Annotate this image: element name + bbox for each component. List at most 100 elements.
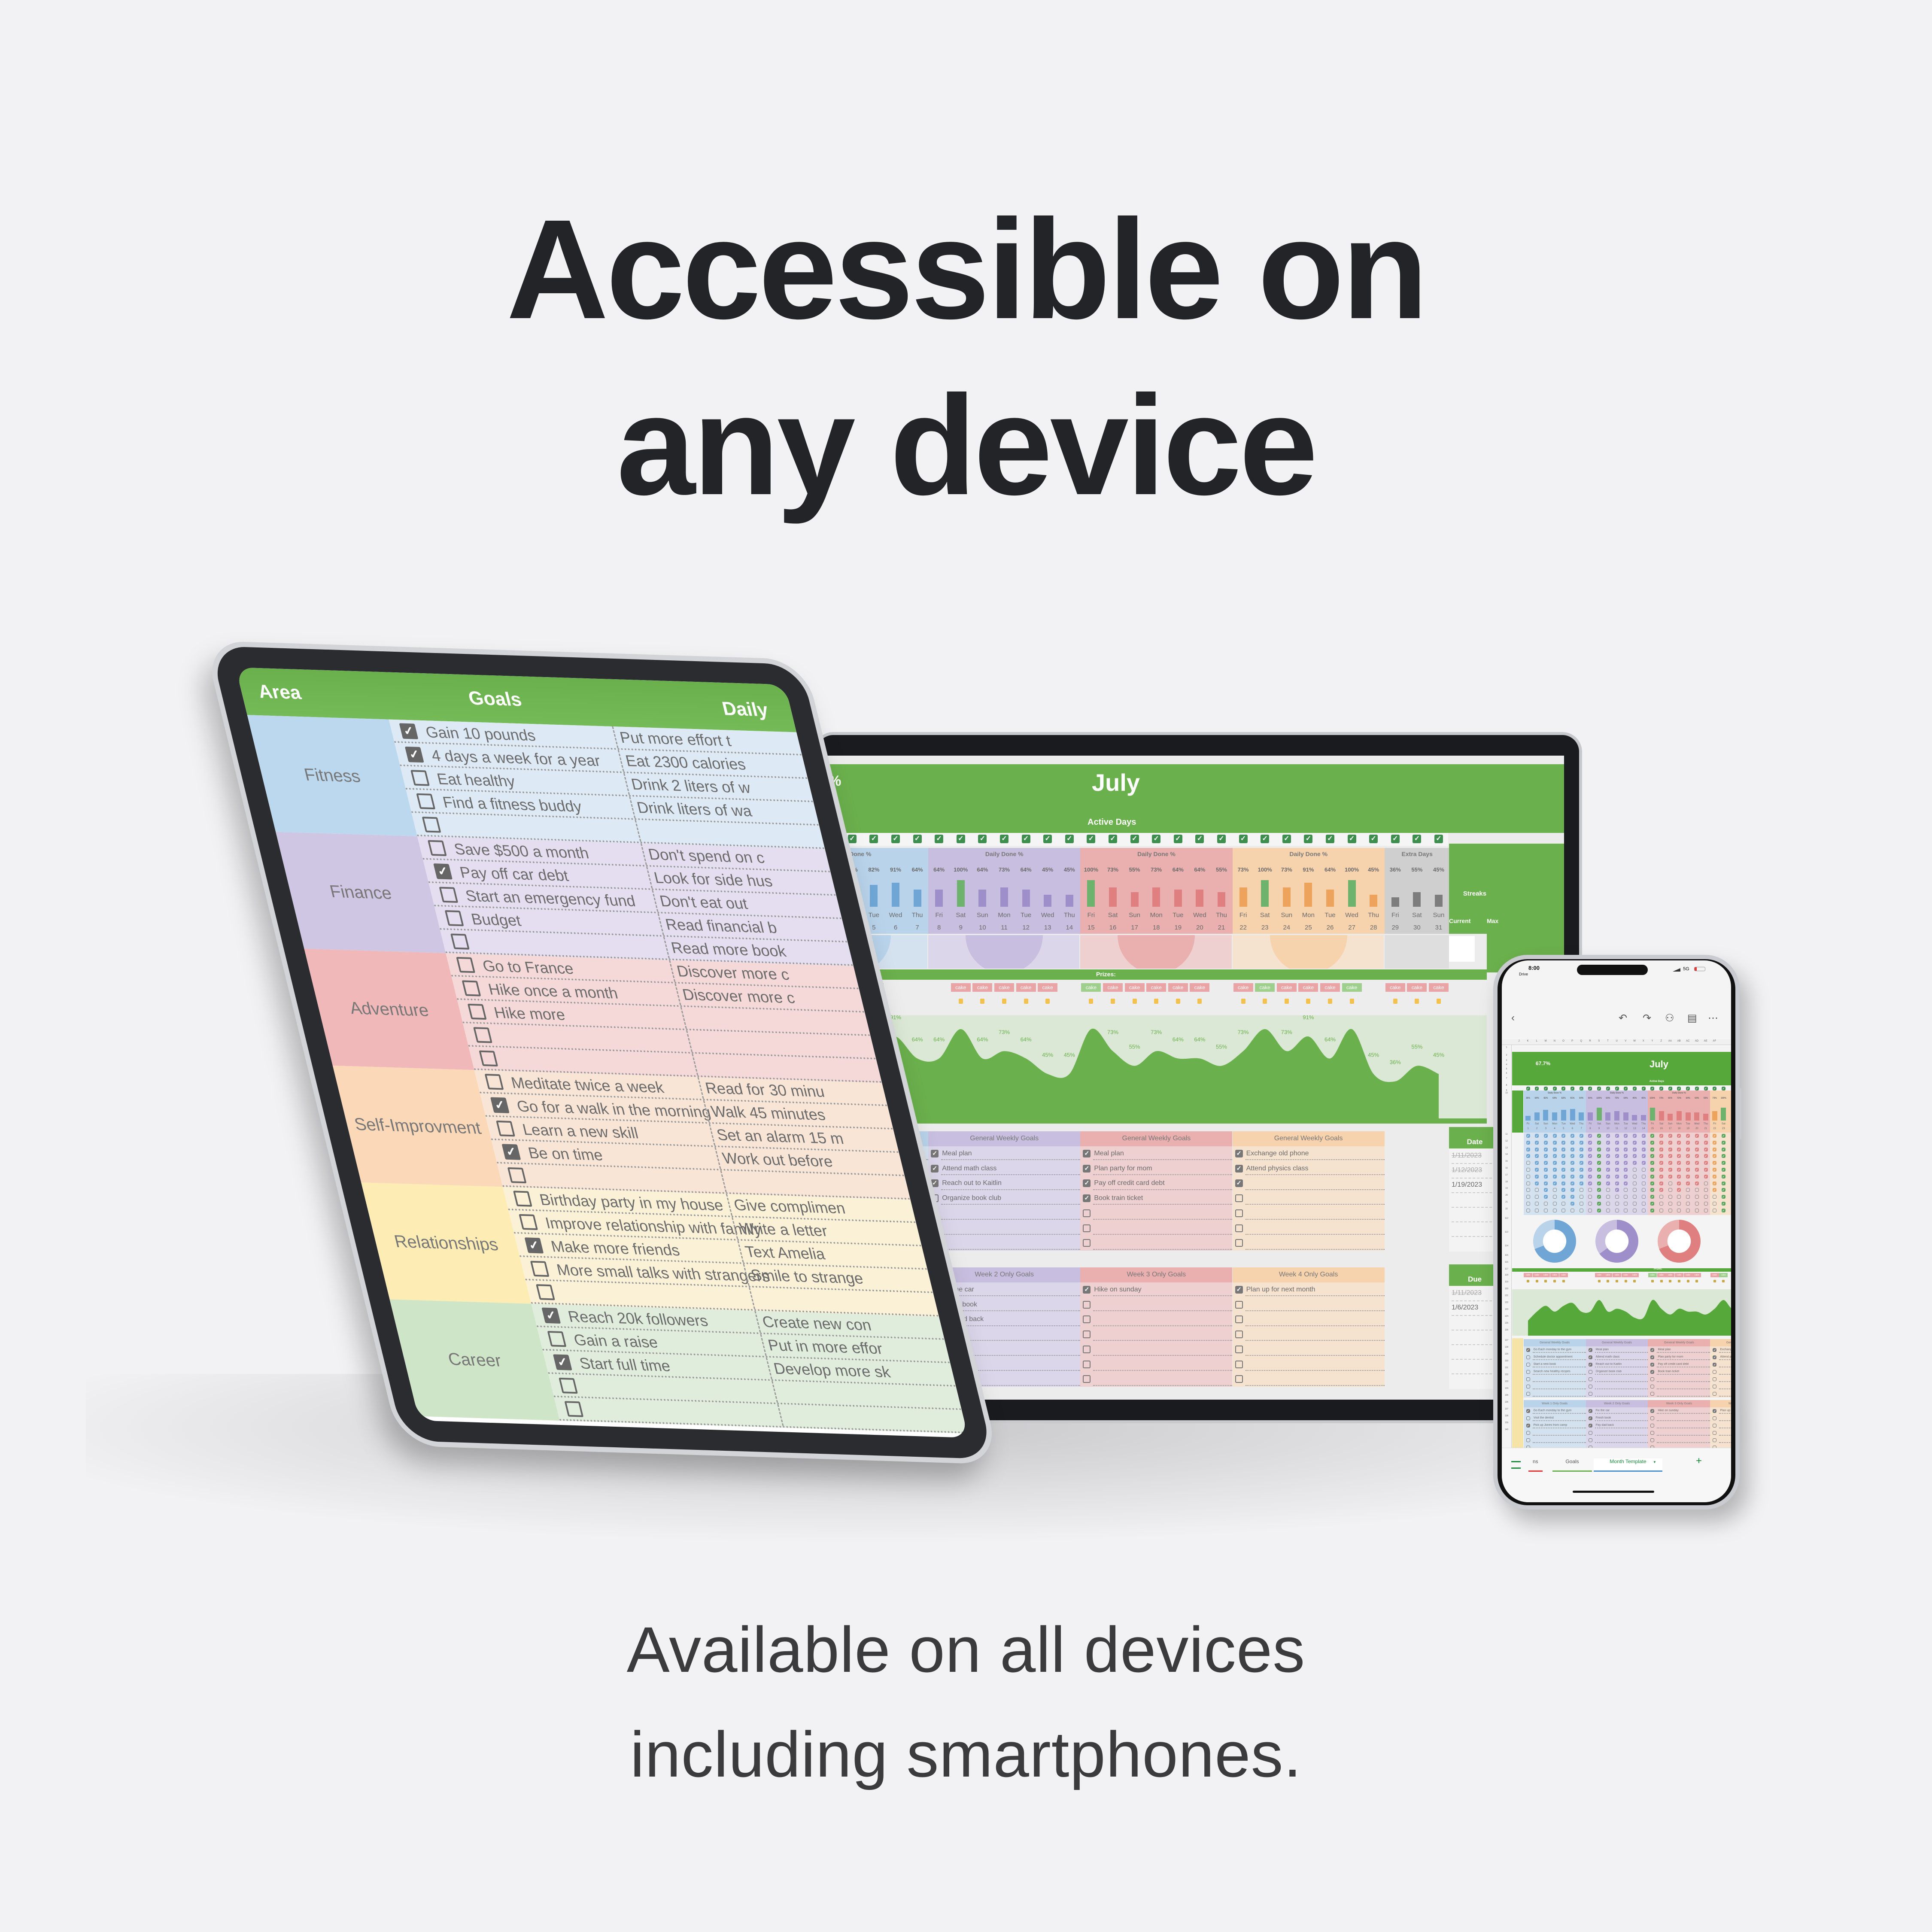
row-number[interactable]: 113 xyxy=(1505,1231,1508,1233)
checkbox-checked[interactable]: ✓ xyxy=(1526,1154,1530,1158)
checkbox-unchecked[interactable] xyxy=(1526,1208,1530,1212)
checkbox-checked[interactable]: ✓ xyxy=(1632,1134,1637,1138)
column-letter[interactable]: Y xyxy=(1651,1040,1653,1042)
checkbox-checked[interactable]: ✓ xyxy=(1597,1134,1601,1138)
checkbox-unchecked[interactable] xyxy=(1641,1181,1646,1185)
goal-item-text[interactable]: Book train ticket xyxy=(1094,1194,1143,1202)
checkbox-checked[interactable]: ✓ xyxy=(1624,1161,1628,1165)
checkbox-unchecked[interactable] xyxy=(462,980,481,996)
checkbox-checked[interactable]: ✓ xyxy=(1535,1140,1539,1145)
checkbox-unchecked[interactable] xyxy=(1615,1202,1619,1206)
checkbox-checked[interactable]: ✓ xyxy=(1571,1087,1574,1091)
checkbox-checked[interactable]: ✓ xyxy=(1668,1147,1672,1151)
goal-text[interactable]: Go to France xyxy=(481,957,575,978)
checkbox-unchecked[interactable] xyxy=(1686,1208,1690,1212)
checkbox-checked[interactable]: ✓ xyxy=(1543,1161,1548,1165)
checkbox-unchecked[interactable] xyxy=(1235,1375,1243,1383)
checkbox-unchecked[interactable] xyxy=(1526,1195,1530,1199)
checkbox-checked[interactable]: ✓ xyxy=(891,835,900,843)
goal-item-text[interactable]: Plan up for next month xyxy=(1246,1286,1315,1294)
checkbox-checked[interactable]: ✓ xyxy=(931,1150,939,1158)
checkbox-checked[interactable]: ✓ xyxy=(1552,1181,1557,1185)
comment-icon[interactable]: ▤ xyxy=(1687,1012,1697,1024)
checkbox-checked[interactable]: ✓ xyxy=(1650,1174,1655,1179)
checkbox-checked[interactable]: ✓ xyxy=(1641,1087,1646,1091)
checkbox-checked[interactable]: ✓ xyxy=(1535,1087,1539,1091)
checkbox-checked[interactable]: ✓ xyxy=(553,1354,572,1370)
checkbox-checked[interactable]: ✓ xyxy=(1695,1174,1699,1179)
row-number[interactable]: 117 xyxy=(1505,1268,1508,1270)
goal-item-text[interactable]: Meal plan xyxy=(1596,1348,1609,1351)
checkbox-unchecked[interactable] xyxy=(1561,1208,1566,1212)
row-number[interactable]: 123 xyxy=(1505,1308,1508,1311)
checkbox-checked[interactable]: ✓ xyxy=(399,723,419,739)
checkbox-unchecked[interactable] xyxy=(1659,1195,1663,1199)
checkbox-checked[interactable]: ✓ xyxy=(1561,1168,1566,1172)
back-arrow-icon[interactable]: ‹ xyxy=(1511,1012,1515,1024)
checkbox-unchecked[interactable] xyxy=(1713,1392,1717,1396)
checkbox-unchecked[interactable] xyxy=(1535,1202,1539,1206)
column-letter[interactable]: Q xyxy=(1580,1040,1583,1042)
checkbox-checked[interactable]: ✓ xyxy=(1526,1147,1530,1151)
checkbox-unchecked[interactable] xyxy=(1526,1355,1530,1359)
checkbox-checked[interactable]: ✓ xyxy=(1065,835,1074,843)
checkbox-unchecked[interactable] xyxy=(1713,1431,1717,1435)
checkbox-checked[interactable]: ✓ xyxy=(1704,1087,1708,1091)
checkbox-unchecked[interactable] xyxy=(1713,1208,1717,1212)
checkbox-checked[interactable]: ✓ xyxy=(1571,1161,1574,1165)
daily-habit-text[interactable]: Put more effort t xyxy=(612,726,733,752)
checkbox-checked[interactable]: ✓ xyxy=(1235,1164,1243,1173)
checkbox-checked[interactable]: ✓ xyxy=(1650,1087,1655,1091)
checkbox-unchecked[interactable] xyxy=(1677,1195,1681,1199)
column-letter[interactable]: M xyxy=(1545,1040,1547,1042)
daily-habit-text[interactable] xyxy=(635,820,646,842)
checkbox-checked[interactable]: ✓ xyxy=(1721,1202,1725,1206)
checkbox-checked[interactable]: ✓ xyxy=(1704,1134,1708,1138)
checkbox-checked[interactable]: ✓ xyxy=(1561,1195,1566,1199)
column-letter[interactable]: W xyxy=(1633,1040,1636,1042)
checkbox-checked[interactable]: ✓ xyxy=(1561,1181,1566,1185)
date-entry[interactable]: 1/11/2023 xyxy=(1452,1289,1482,1297)
daily-habit-text[interactable]: Discover more c xyxy=(674,983,797,1009)
row-number[interactable]: 136 xyxy=(1505,1401,1508,1403)
checkbox-checked[interactable]: ✓ xyxy=(1713,1168,1717,1172)
checkbox-unchecked[interactable] xyxy=(1588,1208,1592,1212)
checkbox-checked[interactable]: ✓ xyxy=(1721,1161,1725,1165)
daily-habit-text[interactable]: Discover more c xyxy=(669,960,792,986)
checkbox-unchecked[interactable] xyxy=(1235,1345,1243,1353)
checkbox-checked[interactable]: ✓ xyxy=(1579,1174,1583,1179)
goal-item-text[interactable]: Plan party for mom xyxy=(1658,1355,1683,1358)
checkbox-unchecked[interactable] xyxy=(1526,1363,1530,1367)
checkbox-unchecked[interactable] xyxy=(1713,1424,1717,1428)
goal-item-text[interactable]: Schedule doctor appointment xyxy=(1534,1355,1573,1358)
checkbox-checked[interactable]: ✓ xyxy=(1087,835,1096,843)
checkbox-unchecked[interactable] xyxy=(1632,1181,1637,1185)
checkbox-unchecked[interactable] xyxy=(1650,1424,1655,1428)
goal-item-text[interactable]: Go Each monday to the gym xyxy=(1534,1348,1572,1351)
checkbox-checked[interactable]: ✓ xyxy=(1624,1134,1628,1138)
checkbox-checked[interactable]: ✓ xyxy=(1650,1147,1655,1151)
checkbox-checked[interactable]: ✓ xyxy=(1571,1174,1574,1179)
checkbox-unchecked[interactable] xyxy=(1704,1181,1708,1185)
column-letter[interactable]: AF xyxy=(1713,1040,1716,1042)
column-letter[interactable]: AC xyxy=(1686,1040,1689,1042)
checkbox-checked[interactable]: ✓ xyxy=(1579,1087,1583,1091)
goal-text[interactable]: Pay off car debt xyxy=(458,863,571,885)
checkbox-unchecked[interactable] xyxy=(1713,1377,1717,1381)
goal-text[interactable]: Improve relationship with family xyxy=(544,1214,763,1239)
checkbox-checked[interactable]: ✓ xyxy=(1561,1174,1566,1179)
checkbox-checked[interactable]: ✓ xyxy=(1588,1416,1592,1420)
checkbox-unchecked[interactable] xyxy=(1713,1195,1717,1199)
checkbox-checked[interactable]: ✓ xyxy=(1579,1181,1583,1185)
checkbox-checked[interactable]: ✓ xyxy=(1021,835,1030,843)
goal-text[interactable]: Eat healthy xyxy=(435,770,517,790)
row-number[interactable]: 21 xyxy=(1505,1201,1508,1203)
checkbox-checked[interactable]: ✓ xyxy=(1526,1140,1530,1145)
checkbox-unchecked[interactable] xyxy=(1588,1188,1592,1192)
row-number[interactable]: 115 xyxy=(1505,1254,1508,1257)
goal-text[interactable]: Find a fitness buddy xyxy=(441,793,583,816)
checkbox-checked[interactable]: ✓ xyxy=(1579,1134,1583,1138)
checkbox-checked[interactable]: ✓ xyxy=(1571,1147,1574,1151)
add-person-icon[interactable]: ⚇ xyxy=(1665,1012,1674,1024)
daily-habit-text[interactable]: Drink 2 liters of w xyxy=(623,773,753,799)
